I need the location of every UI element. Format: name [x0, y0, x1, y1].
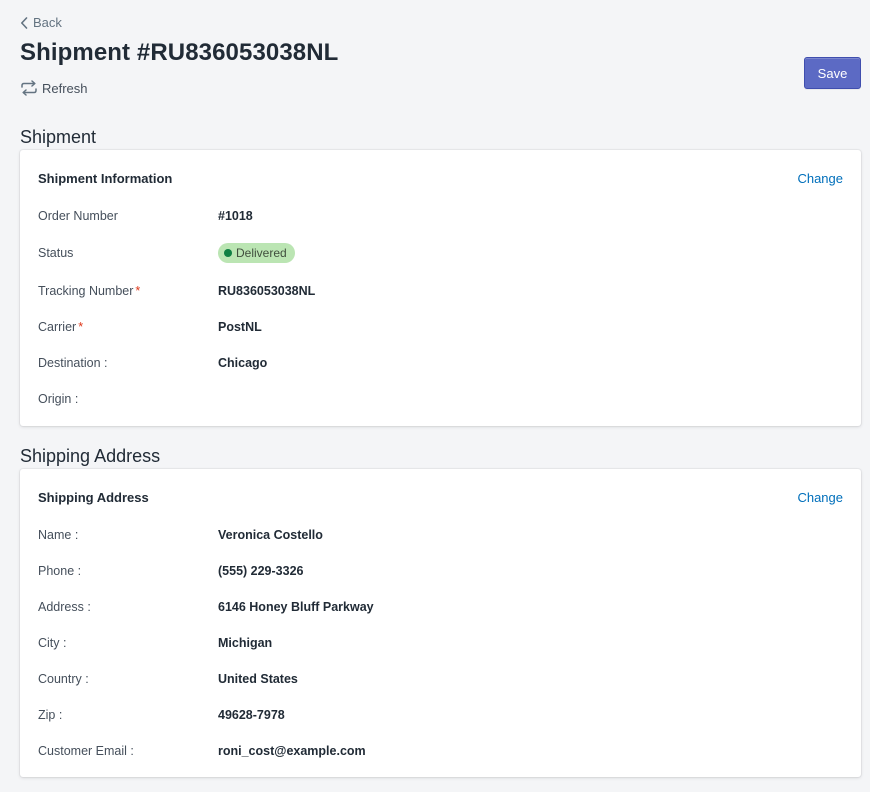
- address-label: Address :: [38, 600, 91, 614]
- shipment-information-card: Shipment Information Change Order Number…: [20, 150, 861, 426]
- city-value: Michigan: [218, 636, 273, 650]
- destination-value: Chicago: [218, 356, 268, 370]
- order-number-row: Order Number #1018: [38, 206, 253, 226]
- shipping-address-card: Shipping Address Change Name : Veronica …: [20, 469, 861, 777]
- address-row: Address : 6146 Honey Bluff Parkway: [38, 597, 374, 617]
- city-row: City : Michigan: [38, 633, 272, 653]
- status-dot-icon: [224, 249, 232, 257]
- zip-label: Zip :: [38, 708, 63, 722]
- refresh-label: Refresh: [42, 80, 88, 96]
- zip-value: 49628-7978: [218, 708, 285, 722]
- carrier-label-wrap: Carrier *: [38, 320, 218, 334]
- refresh-button[interactable]: Refresh: [20, 80, 88, 96]
- order-number-value: #1018: [218, 209, 253, 223]
- save-button[interactable]: Save: [804, 57, 861, 89]
- address-change-link[interactable]: Change: [797, 490, 843, 505]
- address-section-heading: Shipping Address: [20, 446, 161, 466]
- required-marker: *: [78, 320, 84, 334]
- page-title: Shipment #RU836053038NL: [20, 39, 339, 66]
- status-label: Status: [38, 246, 74, 260]
- address-value: 6146 Honey Bluff Parkway: [218, 600, 374, 614]
- destination-row: Destination : Chicago: [38, 353, 267, 373]
- order-number-label: Order Number: [38, 209, 118, 223]
- email-label: Customer Email :: [38, 744, 134, 758]
- carrier-label: Carrier: [38, 320, 77, 334]
- country-label: Country :: [38, 672, 89, 686]
- phone-label: Phone :: [38, 564, 82, 578]
- origin-label: Origin :: [38, 392, 79, 406]
- destination-label: Destination :: [38, 356, 108, 370]
- shipment-card-title: Shipment Information: [38, 171, 173, 186]
- tracking-number-label: Tracking Number: [38, 284, 134, 298]
- shipment-section-heading: Shipment: [20, 127, 97, 147]
- tracking-number-label-wrap: Tracking Number *: [38, 284, 218, 298]
- phone-value: (555) 229-3326: [218, 564, 304, 578]
- country-row: Country : United States: [38, 669, 298, 689]
- tracking-number-row: Tracking Number * RU836053038NL: [38, 281, 315, 301]
- back-label: Back: [33, 15, 62, 30]
- required-marker: *: [135, 284, 141, 298]
- carrier-value: PostNL: [218, 320, 262, 334]
- name-value: Veronica Costello: [218, 528, 323, 542]
- city-label: City :: [38, 636, 67, 650]
- zip-row: Zip : 49628-7978: [38, 705, 285, 725]
- carrier-row: Carrier * PostNL: [38, 317, 262, 337]
- tracking-number-value: RU836053038NL: [218, 284, 316, 298]
- name-label: Name :: [38, 528, 79, 542]
- status-row: Status Delivered: [38, 243, 295, 263]
- phone-row: Phone : (555) 229-3326: [38, 561, 303, 581]
- status-badge: Delivered: [218, 243, 295, 263]
- refresh-icon: [21, 80, 37, 96]
- address-card-title: Shipping Address: [38, 490, 149, 505]
- email-value: roni_cost@example.com: [218, 744, 366, 758]
- status-badge-text: Delivered: [236, 246, 287, 260]
- chevron-left-icon: [21, 16, 28, 29]
- email-row: Customer Email : roni_cost@example.com: [38, 741, 366, 761]
- origin-row: Origin :: [38, 389, 218, 409]
- name-row: Name : Veronica Costello: [38, 525, 323, 545]
- back-link[interactable]: Back: [20, 15, 62, 30]
- shipment-change-link[interactable]: Change: [797, 171, 843, 186]
- country-value: United States: [218, 672, 298, 686]
